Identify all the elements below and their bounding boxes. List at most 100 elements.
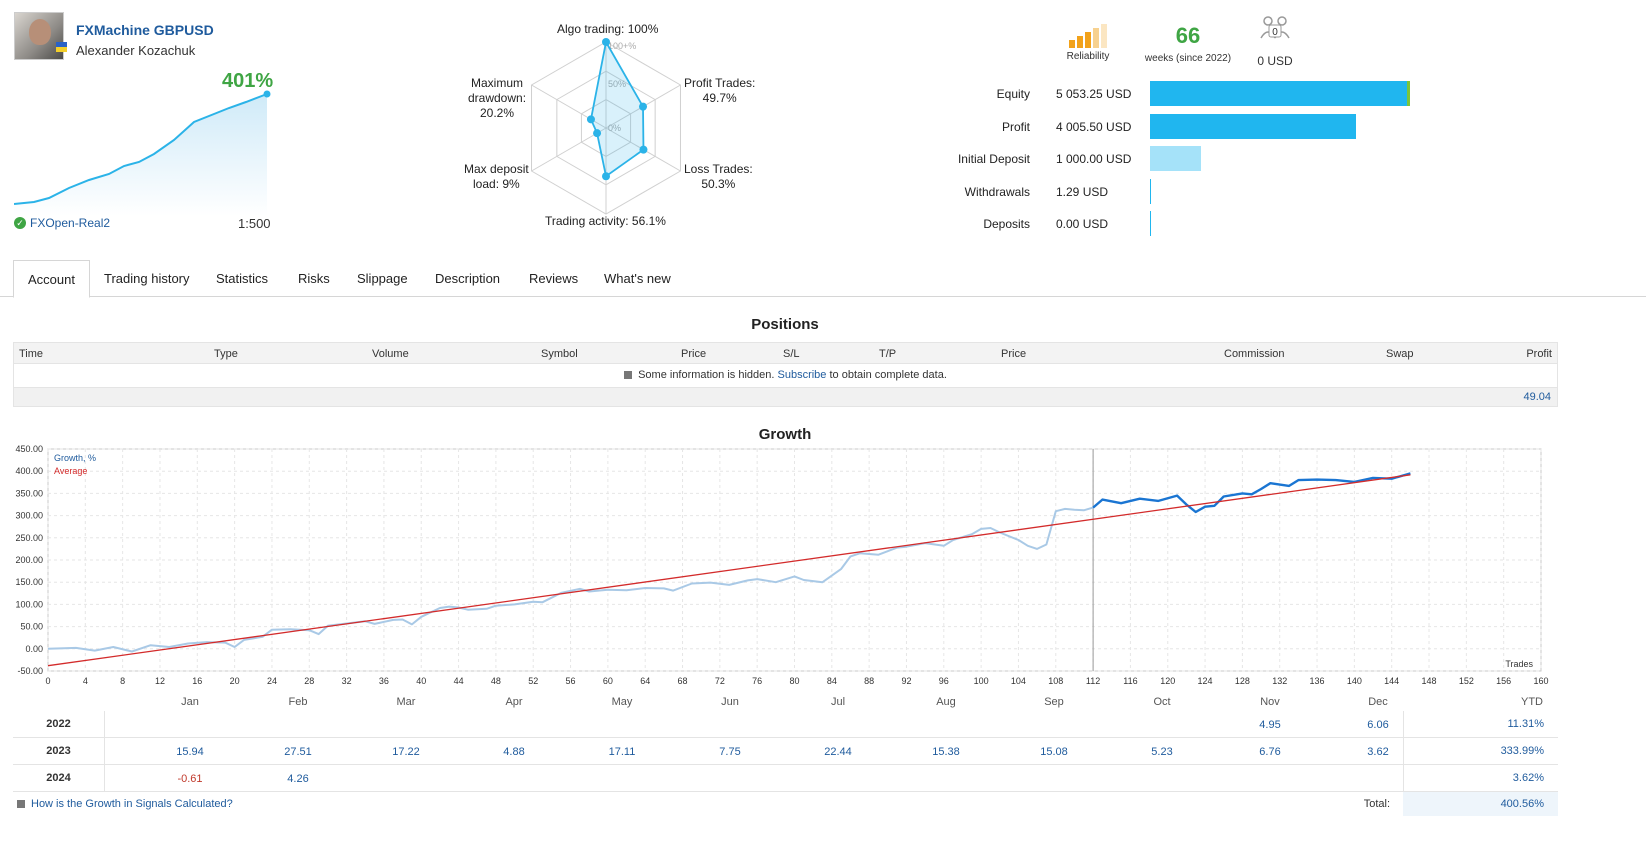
row-year: 2023 [13, 738, 105, 765]
col-commission[interactable]: Commission [1224, 348, 1285, 360]
x-tick-label: 36 [379, 676, 389, 686]
broker-name[interactable]: FXOpen-Real2 [30, 216, 110, 230]
y-tick-label: 400.00 [15, 466, 43, 476]
verified-check-icon: ✓ [14, 217, 26, 229]
col-swap[interactable]: Swap [1386, 348, 1414, 360]
radar-point [639, 102, 648, 111]
x-tick-label: 148 [1422, 676, 1437, 686]
x-tick-label: 160 [1533, 676, 1548, 686]
signal-badges: Reliability 66 weeks (since 2022) 0 0 US… [1060, 14, 1310, 74]
x-tick-label: 120 [1160, 676, 1175, 686]
help-icon [17, 800, 25, 808]
subscribers-count: 0 [1272, 27, 1278, 38]
month-header: Feb [288, 696, 308, 708]
weeks-badge: 66 weeks (since 2022) [1142, 22, 1234, 64]
y-tick-label: 450.00 [15, 444, 43, 454]
radar-label-activity: Trading activity: 56.1% [545, 214, 666, 228]
tab-description[interactable]: Description [421, 260, 514, 297]
bar-label: Initial Deposit [957, 152, 1030, 166]
tab-account[interactable]: Account [13, 260, 90, 298]
month-header: Aug [936, 696, 956, 708]
reliability-badge[interactable]: Reliability [1060, 24, 1116, 62]
y-tick-label: 50.00 [20, 622, 43, 632]
help-text[interactable]: How is the Growth in Signals Calculated? [31, 798, 233, 810]
tab-risks[interactable]: Risks [284, 260, 344, 297]
radar-point [593, 129, 602, 138]
month-header: Jul [830, 696, 846, 708]
x-tick-label: 100 [974, 676, 989, 686]
tab-statistics[interactable]: Statistics [202, 260, 282, 297]
signal-profile: FXMachine GBPUSD Alexander Kozachuk 401%… [14, 12, 284, 240]
author-avatar[interactable] [14, 12, 64, 60]
x-tick-label: 132 [1272, 676, 1287, 686]
bar-fill [1150, 146, 1201, 171]
lock-icon [624, 371, 633, 380]
month-header: Jan [181, 696, 199, 708]
month-value: 3.62 [1367, 746, 1389, 758]
x-tick-label: 0 [45, 676, 50, 686]
col-time[interactable]: Time [19, 348, 43, 360]
radar-point [639, 145, 648, 154]
x-tick-label: 104 [1011, 676, 1026, 686]
growth-help-link[interactable]: How is the Growth in Signals Calculated? [17, 798, 233, 810]
positions-header: Time Type Volume Symbol Price S/L T/P Price Comm… [13, 342, 1558, 364]
ytd-header: YTD [1521, 696, 1543, 708]
total-growth: 400.56% [1403, 792, 1558, 816]
bar-label: Profit [1001, 119, 1030, 134]
col-type[interactable]: Type [214, 348, 238, 360]
mini-chart-endpoint [263, 90, 271, 98]
y-tick-label: 200.00 [15, 555, 43, 565]
total-label: Total: [1363, 798, 1390, 810]
x-tick-label: 44 [454, 676, 464, 686]
bar-value: 1 000.00 USD [1056, 152, 1132, 166]
monthly-footer: How is the Growth in Signals Calculated?… [13, 792, 1558, 816]
month-value: 7.75 [719, 746, 741, 758]
bar-label: Deposits [983, 217, 1030, 231]
signal-title[interactable]: FXMachine GBPUSD [76, 22, 214, 38]
month-value: 4.88 [503, 746, 525, 758]
radar-label-loss: Loss Trades: 50.3% [684, 162, 753, 191]
col-price[interactable]: Price [1001, 348, 1026, 360]
y-tick-label: 0.00 [25, 644, 43, 654]
month-value: 6.06 [1367, 719, 1389, 731]
subscribers-value: 0 USD [1257, 54, 1293, 68]
col-price[interactable]: Price [681, 348, 706, 360]
month-header: Jun [721, 696, 739, 708]
x-tick-label: 144 [1384, 676, 1399, 686]
radar-label-algo: Algo trading: 100% [557, 22, 659, 36]
month-value: 15.38 [932, 746, 960, 758]
x-tick-label: 16 [192, 676, 202, 686]
author-name[interactable]: Alexander Kozachuk [76, 43, 195, 58]
tab-slippage[interactable]: Slippage [343, 260, 422, 297]
col-profit[interactable]: Profit [1526, 348, 1552, 360]
col-symbol[interactable]: Symbol [541, 348, 578, 360]
bar-value: 0.00 USD [1056, 217, 1109, 231]
tab-what-s-new[interactable]: What's new [590, 260, 685, 297]
bar-row-equity: Equity 5 053.25 USD [940, 80, 1420, 113]
subscribe-link[interactable]: Subscribe [778, 369, 827, 381]
month-value: 15.94 [176, 746, 204, 758]
radar-label-drawdown: Maximum drawdown: 20.2% [468, 76, 527, 120]
broker-link[interactable]: ✓ FXOpen-Real2 [14, 216, 110, 230]
x-tick-label: 84 [827, 676, 837, 686]
month-header: Sep [1044, 696, 1064, 708]
x-tick-label: 24 [267, 676, 277, 686]
reliability-bars-icon [1060, 24, 1116, 48]
radar-svg: 100+%50%0% [531, 38, 681, 215]
x-tick-label: 88 [864, 676, 874, 686]
x-tick-label: 76 [752, 676, 762, 686]
weeks-label: weeks (since 2022) [1144, 53, 1232, 64]
bar-label: Withdrawals [964, 184, 1030, 199]
bar-fill [1150, 81, 1410, 106]
row-ytd: 333.99% [1403, 738, 1558, 765]
col-volume[interactable]: Volume [372, 348, 409, 360]
col-tp[interactable]: T/P [879, 348, 896, 360]
growth-chart[interactable]: 450.00400.00350.00300.00250.00200.00150.… [0, 440, 1560, 690]
month-value: 4.26 [287, 773, 309, 785]
col-sl[interactable]: S/L [783, 348, 800, 360]
tab-trading-history[interactable]: Trading history [90, 260, 204, 297]
tab-reviews[interactable]: Reviews [515, 260, 592, 297]
x-tick-label: 128 [1235, 676, 1250, 686]
x-tick-label: 8 [120, 676, 125, 686]
mini-chart-area [14, 94, 267, 216]
